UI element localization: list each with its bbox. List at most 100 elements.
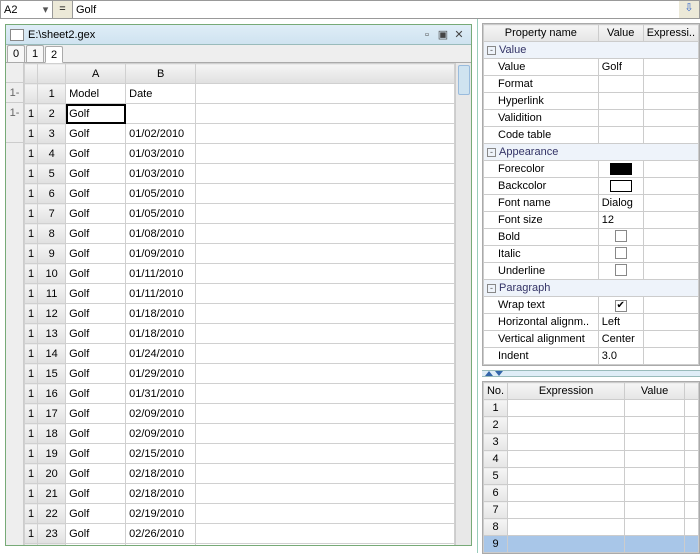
cell-a[interactable]: Golf <box>66 164 126 184</box>
prop-expr[interactable] <box>643 178 698 195</box>
row-header[interactable]: 23 <box>38 524 66 544</box>
row-gutter[interactable]: 1 <box>25 184 38 204</box>
vertical-scrollbar[interactable] <box>455 63 471 545</box>
prop-group[interactable]: -Appearance <box>484 144 699 161</box>
cell-b[interactable]: 01/03/2010 <box>126 164 196 184</box>
checkbox[interactable] <box>615 230 627 242</box>
cell-b[interactable]: 02/09/2010 <box>126 424 196 444</box>
cell-a[interactable]: Golf <box>66 244 126 264</box>
gutter-corner[interactable] <box>25 64 38 84</box>
sheet-tab-0[interactable]: 0 <box>7 45 25 62</box>
prop-expr[interactable] <box>643 314 698 331</box>
cell-b[interactable]: 02/09/2010 <box>126 404 196 424</box>
prop-value[interactable] <box>598 178 643 195</box>
expression-table[interactable]: No. Expression Value 123456789 <box>483 382 699 553</box>
prop-expr[interactable] <box>643 76 698 93</box>
row-header[interactable]: 2 <box>38 104 66 124</box>
expr-cell-value[interactable] <box>625 485 685 502</box>
cell-a[interactable]: Golf <box>66 284 126 304</box>
prop-value[interactable]: 12 <box>598 212 643 229</box>
props-col-value[interactable]: Value <box>598 25 643 42</box>
row-header[interactable]: 11 <box>38 284 66 304</box>
row-header[interactable]: 1 <box>38 84 66 104</box>
cell-rest[interactable] <box>196 204 455 224</box>
row-gutter[interactable]: 1 <box>25 124 38 144</box>
cell-a[interactable]: Golf <box>66 324 126 344</box>
row-header[interactable]: 15 <box>38 364 66 384</box>
expr-cell-value[interactable] <box>625 519 685 536</box>
expr-cell-value[interactable] <box>625 536 685 553</box>
cell-b[interactable]: 01/11/2010 <box>126 284 196 304</box>
row-gutter[interactable]: 1 <box>25 524 38 544</box>
cell-rest[interactable] <box>196 264 455 284</box>
prop-expr[interactable] <box>643 331 698 348</box>
name-box[interactable]: ▾ <box>1 1 53 18</box>
expr-cell-value[interactable] <box>625 400 685 417</box>
cell-a[interactable]: Golf <box>66 224 126 244</box>
expr-col-no[interactable]: No. <box>484 383 508 400</box>
cell-a[interactable]: Golf <box>66 424 126 444</box>
expr-cell-value[interactable] <box>625 468 685 485</box>
cell-rest[interactable] <box>196 444 455 464</box>
expr-row-no[interactable]: 8 <box>484 519 508 536</box>
expr-row-no[interactable]: 4 <box>484 451 508 468</box>
cell-b[interactable]: 01/31/2010 <box>126 384 196 404</box>
row-gutter[interactable]: 1 <box>25 204 38 224</box>
cell-a[interactable]: Golf <box>66 384 126 404</box>
outline-gutter[interactable]: 1- 1- <box>6 63 24 545</box>
row-gutter[interactable]: 1 <box>25 264 38 284</box>
cell-rest[interactable] <box>196 304 455 324</box>
prop-value[interactable] <box>598 76 643 93</box>
row-gutter[interactable]: 1 <box>25 444 38 464</box>
cell-rest[interactable] <box>196 284 455 304</box>
row-gutter[interactable]: 1 <box>25 164 38 184</box>
cell-a[interactable]: Golf <box>66 124 126 144</box>
cell-rest[interactable] <box>196 224 455 244</box>
formula-expand-icon[interactable]: ⇩ <box>679 1 699 18</box>
prop-expr[interactable] <box>643 212 698 229</box>
expr-row-no[interactable]: 2 <box>484 417 508 434</box>
prop-value[interactable]: Dialog <box>598 195 643 212</box>
cell-rest[interactable] <box>196 504 455 524</box>
document-titlebar[interactable]: E:\sheet2.gex ▫ ▣ ✕ <box>6 25 471 45</box>
expr-row-no[interactable]: 9 <box>484 536 508 553</box>
cell-b[interactable]: 02/18/2010 <box>126 464 196 484</box>
name-box-dropdown-icon[interactable]: ▾ <box>42 3 49 16</box>
cell-a[interactable]: Golf <box>66 464 126 484</box>
prop-value[interactable]: ✔ <box>598 297 643 314</box>
prop-value[interactable] <box>598 127 643 144</box>
row-header[interactable]: 17 <box>38 404 66 424</box>
outline-level-1b[interactable]: 1- <box>6 103 23 143</box>
expr-cell-expression[interactable] <box>508 502 625 519</box>
cell-rest[interactable] <box>196 424 455 444</box>
cell-rest[interactable] <box>196 544 455 546</box>
cell-b[interactable]: 01/18/2010 <box>126 304 196 324</box>
row-gutter[interactable]: 1 <box>25 504 38 524</box>
row-gutter[interactable]: 1 <box>25 284 38 304</box>
row-gutter[interactable]: 1 <box>25 144 38 164</box>
spreadsheet-grid[interactable]: A B 1ModelDate12Golf13Golf01/02/201014Go… <box>24 63 455 545</box>
checkbox[interactable] <box>615 264 627 276</box>
row-header[interactable]: 21 <box>38 484 66 504</box>
expr-cell-value[interactable] <box>625 434 685 451</box>
cell-rest[interactable] <box>196 404 455 424</box>
maximize-button[interactable]: ▣ <box>435 28 451 42</box>
prop-expr[interactable] <box>643 93 698 110</box>
prop-expr[interactable] <box>643 229 698 246</box>
expr-cell-expression[interactable] <box>508 536 625 553</box>
collapse-icon[interactable]: - <box>487 148 496 157</box>
cell-rest[interactable] <box>196 364 455 384</box>
prop-value[interactable]: 3.0 <box>598 348 643 365</box>
row-header[interactable]: 8 <box>38 224 66 244</box>
prop-expr[interactable] <box>643 348 698 365</box>
prop-value[interactable]: Golf <box>598 59 643 76</box>
prop-expr[interactable] <box>643 195 698 212</box>
cell-rest[interactable] <box>196 324 455 344</box>
cell-rest[interactable] <box>196 184 455 204</box>
expr-row-no[interactable]: 6 <box>484 485 508 502</box>
cell-b[interactable]: 01/05/2010 <box>126 184 196 204</box>
color-swatch[interactable] <box>610 163 632 175</box>
prop-value[interactable] <box>598 161 643 178</box>
prop-expr[interactable] <box>643 127 698 144</box>
cell-b[interactable]: 01/29/2010 <box>126 364 196 384</box>
